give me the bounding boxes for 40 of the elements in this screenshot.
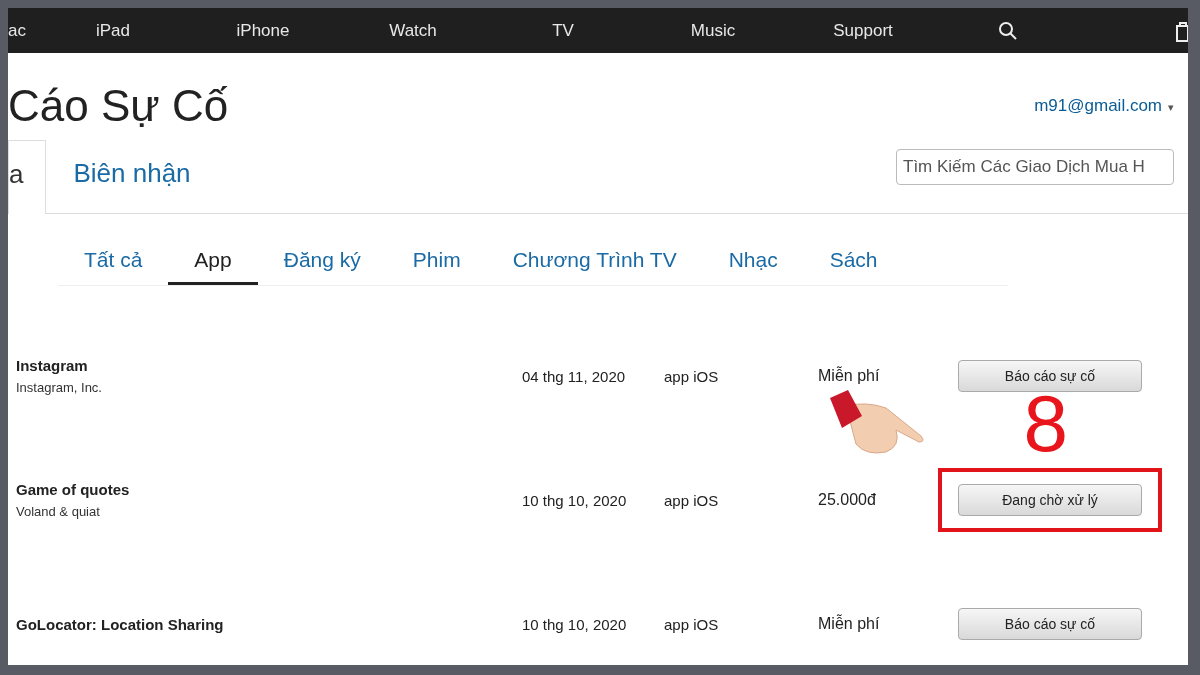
price: Miễn phí xyxy=(818,367,881,385)
bag-icon[interactable] xyxy=(1176,19,1188,42)
nav-link[interactable]: TV xyxy=(488,20,638,41)
category-tab[interactable]: Đăng ký xyxy=(283,244,361,285)
developer-name: Instagram, Inc. xyxy=(16,380,103,395)
app-type: app iOS xyxy=(664,491,720,509)
purchase-date: 04 thg 11, 2020 xyxy=(522,367,627,385)
nav-link[interactable]: ac xyxy=(8,20,38,41)
category-tab[interactable]: App xyxy=(168,244,258,285)
category-tab[interactable]: Chương Trình TV xyxy=(512,244,677,285)
nav-link[interactable]: iPhone xyxy=(188,20,338,41)
report-button[interactable]: Đang chờ xử lý xyxy=(958,484,1142,516)
app-type: app iOS xyxy=(664,615,720,633)
tab[interactable]: a xyxy=(8,140,47,214)
developer-name: Voland & quiat xyxy=(16,504,101,519)
purchase-date: 10 thg 10, 2020 xyxy=(522,615,628,633)
report-button[interactable]: Báo cáo sự cố xyxy=(958,608,1142,640)
category-tab[interactable]: Phim xyxy=(412,244,461,285)
category-tab[interactable]: Tất cả xyxy=(84,244,143,285)
account-menu[interactable]: m91@gmail.com xyxy=(1034,96,1162,115)
price: 25.000đ xyxy=(818,491,877,509)
price: Miễn phí xyxy=(818,615,881,633)
search-field[interactable]: Tìm Kiếm Các Giao Dịch Mua H xyxy=(896,149,1174,185)
nav-link[interactable]: iPad xyxy=(38,20,188,41)
nav-link[interactable]: Music xyxy=(638,20,788,41)
category-tab[interactable]: Nhạc xyxy=(728,244,778,285)
page-title: Cáo Sự Cố xyxy=(8,81,229,131)
category-tab[interactable]: Sách xyxy=(829,244,878,285)
app-type: app iOS xyxy=(664,367,720,385)
app-name: Game of quotes xyxy=(16,481,131,498)
report-button[interactable]: Báo cáo sự cố xyxy=(958,360,1142,392)
nav-link[interactable]: Support xyxy=(788,20,938,41)
search-icon[interactable] xyxy=(998,20,1018,41)
purchase-date: 10 thg 10, 2020 xyxy=(522,491,628,509)
app-name: Instagram xyxy=(16,357,89,374)
app-name: GoLocator: Location Sharing xyxy=(16,615,225,633)
step-number: 8 xyxy=(1023,390,1068,458)
nav-link[interactable]: Watch xyxy=(338,20,488,41)
tab[interactable]: Biên nhận xyxy=(46,139,218,213)
caret-icon[interactable]: ▾ xyxy=(1168,101,1174,113)
